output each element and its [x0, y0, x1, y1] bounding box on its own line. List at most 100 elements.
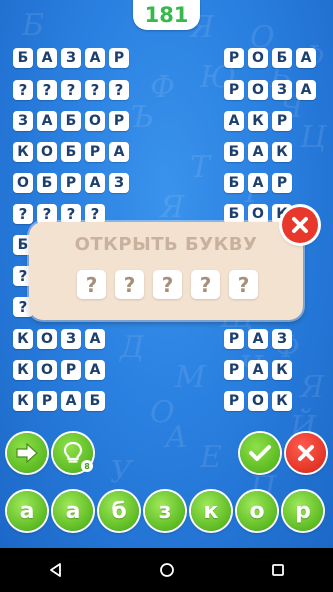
letter-tile[interactable]: о: [248, 48, 268, 68]
hidden-letter-tile[interactable]: ?: [13, 80, 33, 100]
letter-tile[interactable]: а: [85, 48, 105, 68]
letter-tile[interactable]: з: [61, 329, 81, 349]
letter-tile[interactable]: о: [248, 391, 268, 411]
letter-tile[interactable]: а: [296, 80, 316, 100]
letter-tile[interactable]: р: [224, 80, 244, 100]
letter-tile[interactable]: з: [109, 173, 129, 193]
letter-tile[interactable]: р: [272, 173, 292, 193]
hidden-letter-tile[interactable]: ?: [61, 80, 81, 100]
letter-button[interactable]: а: [53, 491, 93, 531]
letter-slot[interactable]: ?: [153, 270, 182, 299]
letter-tile[interactable]: б: [224, 173, 244, 193]
letter-tile[interactable]: к: [248, 111, 268, 131]
letter-tile[interactable]: б: [13, 48, 33, 68]
hidden-letter-tile[interactable]: ?: [85, 204, 105, 224]
letter-tile[interactable]: з: [272, 329, 292, 349]
letter-tile[interactable]: б: [272, 48, 292, 68]
letter-tile[interactable]: а: [109, 142, 129, 162]
letter-button[interactable]: з: [145, 491, 185, 531]
letter-tile[interactable]: а: [248, 142, 268, 162]
word-row: роба: [224, 48, 316, 68]
hidden-letter-tile[interactable]: ?: [13, 204, 33, 224]
letter-tile[interactable]: о: [13, 173, 33, 193]
letter-tile[interactable]: б: [61, 111, 81, 131]
letter-tile[interactable]: б: [224, 204, 244, 224]
letter-tile[interactable]: о: [37, 360, 57, 380]
background-letter: Ъ: [130, 100, 154, 135]
letter-tile[interactable]: р: [224, 360, 244, 380]
letter-tile[interactable]: з: [61, 48, 81, 68]
letter-tile[interactable]: к: [13, 360, 33, 380]
letter-tile[interactable]: а: [37, 111, 57, 131]
letter-tile[interactable]: о: [248, 80, 268, 100]
letter-tile[interactable]: р: [224, 391, 244, 411]
word-row: акр: [224, 111, 292, 131]
letter-tile[interactable]: р: [37, 391, 57, 411]
letter-tile[interactable]: а: [85, 329, 105, 349]
letter-tile[interactable]: о: [248, 204, 268, 224]
hidden-letter-tile[interactable]: ?: [109, 80, 129, 100]
letter-slot[interactable]: ?: [229, 270, 258, 299]
letter-button[interactable]: к: [191, 491, 231, 531]
letter-tile[interactable]: б: [224, 142, 244, 162]
letter-tile[interactable]: к: [13, 142, 33, 162]
next-button[interactable]: [7, 433, 47, 473]
letter-tile[interactable]: р: [272, 111, 292, 131]
letter-tile[interactable]: б: [37, 173, 57, 193]
clear-button[interactable]: [286, 433, 326, 473]
letter-tile[interactable]: а: [37, 48, 57, 68]
letter-slot[interactable]: ?: [115, 270, 144, 299]
letter-tile[interactable]: р: [109, 48, 129, 68]
hidden-letter-tile[interactable]: ?: [37, 204, 57, 224]
letter-tile[interactable]: р: [61, 360, 81, 380]
letter-button[interactable]: а: [7, 491, 47, 531]
hidden-letter-tile[interactable]: ?: [37, 80, 57, 100]
letter-tile[interactable]: к: [272, 391, 292, 411]
letter-tile[interactable]: а: [248, 360, 268, 380]
letter-button[interactable]: о: [237, 491, 277, 531]
letter-tile[interactable]: р: [224, 329, 244, 349]
word-row: коза: [13, 329, 105, 349]
letter-tile[interactable]: к: [13, 391, 33, 411]
letter-tile[interactable]: р: [109, 111, 129, 131]
confirm-button[interactable]: [240, 433, 280, 473]
nav-home-button[interactable]: [147, 550, 187, 590]
letter-tile[interactable]: р: [85, 142, 105, 162]
letter-tile[interactable]: к: [272, 142, 292, 162]
letter-button[interactable]: б: [99, 491, 139, 531]
letter-tile[interactable]: а: [85, 173, 105, 193]
letter-tile[interactable]: а: [85, 360, 105, 380]
letter-tile[interactable]: а: [224, 111, 244, 131]
letter-tile[interactable]: а: [248, 329, 268, 349]
letter-tile[interactable]: о: [37, 142, 57, 162]
letter-tile[interactable]: б: [85, 391, 105, 411]
letter-tile[interactable]: а: [248, 173, 268, 193]
letter-tile[interactable]: з: [13, 111, 33, 131]
letter-button[interactable]: р: [283, 491, 323, 531]
nav-recents-button[interactable]: [258, 550, 298, 590]
nav-back-button[interactable]: [36, 550, 76, 590]
score-counter: 181: [133, 0, 200, 30]
hint-button[interactable]: 8: [53, 433, 93, 473]
letter-tile[interactable]: р: [224, 48, 244, 68]
hidden-letter-tile[interactable]: ?: [61, 204, 81, 224]
background-letter: Я: [300, 370, 325, 405]
background-letter: Ц: [300, 120, 327, 155]
letter-tile[interactable]: а: [296, 48, 316, 68]
letter-tile[interactable]: б: [61, 142, 81, 162]
letter-tile[interactable]: к: [272, 360, 292, 380]
hidden-letter-tile[interactable]: ?: [85, 80, 105, 100]
letter-slot[interactable]: ?: [77, 270, 106, 299]
letter-tile[interactable]: а: [61, 391, 81, 411]
letter-tile[interactable]: о: [37, 329, 57, 349]
letter-tile[interactable]: к: [13, 329, 33, 349]
letter-tile[interactable]: з: [272, 80, 292, 100]
letter-slot[interactable]: ?: [191, 270, 220, 299]
dialog-close-button[interactable]: [282, 207, 318, 243]
background-letter: Т: [190, 150, 211, 185]
word-row: образ: [13, 173, 129, 193]
letter-tile[interactable]: р: [61, 173, 81, 193]
background-letter: Я: [160, 190, 185, 225]
letter-tile[interactable]: о: [85, 111, 105, 131]
background-letter: У: [110, 455, 132, 490]
